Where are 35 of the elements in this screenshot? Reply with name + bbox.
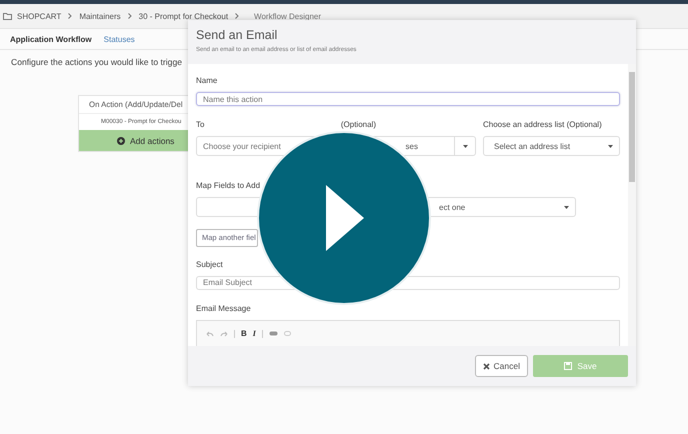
plus-circle-icon <box>117 136 125 144</box>
dialog-title: Send an Email <box>196 28 278 42</box>
chevron-icon <box>128 13 132 19</box>
field-label: To <box>196 120 206 130</box>
link-icon[interactable] <box>268 331 278 336</box>
address-list-select[interactable]: Select an address list <box>483 136 620 156</box>
folder-icon <box>3 12 12 20</box>
message-editor[interactable]: B I <box>196 320 620 346</box>
field-label: Name <box>196 76 218 85</box>
redo-icon[interactable] <box>220 330 228 336</box>
cancel-button[interactable]: Cancel <box>474 355 528 377</box>
field-label: (Optional) <box>340 120 376 130</box>
breadcrumb-item[interactable]: Maintainers <box>79 12 121 20</box>
caret-icon <box>462 144 468 148</box>
chevron-icon <box>235 13 240 19</box>
caret-icon <box>564 206 569 209</box>
field-label: Choose an address list (Optional) <box>483 120 603 130</box>
tab[interactable]: Statuses <box>100 32 139 46</box>
format-button[interactable]: B <box>241 329 247 338</box>
field-label: Email Message <box>196 304 252 313</box>
format-button[interactable]: I <box>252 329 256 338</box>
intro-text: Configure the actions you would like to trigge <box>11 57 184 67</box>
field-label: Subject <box>196 260 224 269</box>
tab[interactable]: Application Workflow <box>6 32 96 46</box>
add-actions-button[interactable]: Add actions <box>79 130 189 151</box>
name-input[interactable]: Name this action <box>196 92 620 106</box>
caret-icon <box>608 144 613 148</box>
undo-icon[interactable] <box>206 330 214 336</box>
chevron-icon <box>68 13 72 19</box>
field-label: Map Fields to Add <box>196 181 262 190</box>
breadcrumb-item[interactable]: SHOPCART <box>17 12 62 20</box>
unlink-icon[interactable] <box>284 331 291 336</box>
breadcrumb-item[interactable]: 30 - Prompt for Checkout <box>138 12 228 20</box>
breadcrumb-item: Workflow Designer <box>254 12 322 20</box>
close-icon <box>482 362 490 370</box>
